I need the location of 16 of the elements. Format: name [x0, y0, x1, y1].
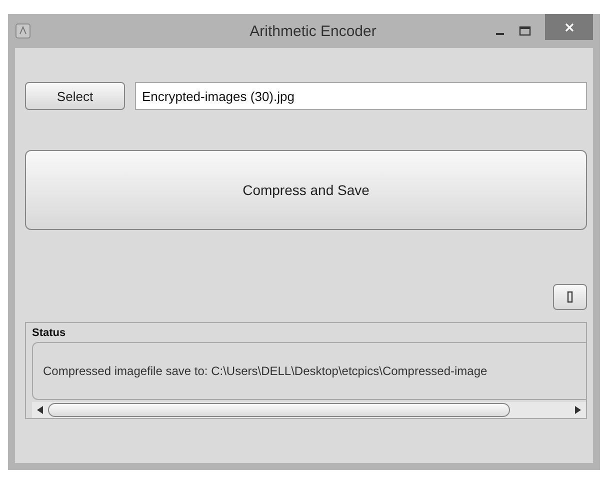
- scroll-right-icon[interactable]: [574, 406, 582, 414]
- app-icon: [15, 23, 31, 39]
- status-message: Compressed imagefile save to: C:\Users\DELL\Desktop\etcpics\Compressed-image: [43, 364, 488, 378]
- close-button[interactable]: [545, 14, 593, 40]
- status-heading: Status: [32, 327, 67, 339]
- maximize-icon[interactable]: [519, 26, 531, 36]
- compress-and-save-button[interactable]: Compress and Save: [25, 150, 587, 230]
- file-name-field[interactable]: Encrypted-images (30).jpg: [135, 82, 587, 110]
- window-title: Arithmetic Encoder: [248, 22, 378, 40]
- horizontal-scrollbar[interactable]: [32, 402, 586, 418]
- scroll-left-icon[interactable]: [36, 406, 44, 414]
- select-button[interactable]: Select: [25, 82, 125, 110]
- close-icon: [564, 22, 574, 32]
- scrollbar-thumb[interactable]: [48, 403, 510, 417]
- small-button[interactable]: [553, 284, 587, 310]
- bar-icon: [567, 291, 573, 303]
